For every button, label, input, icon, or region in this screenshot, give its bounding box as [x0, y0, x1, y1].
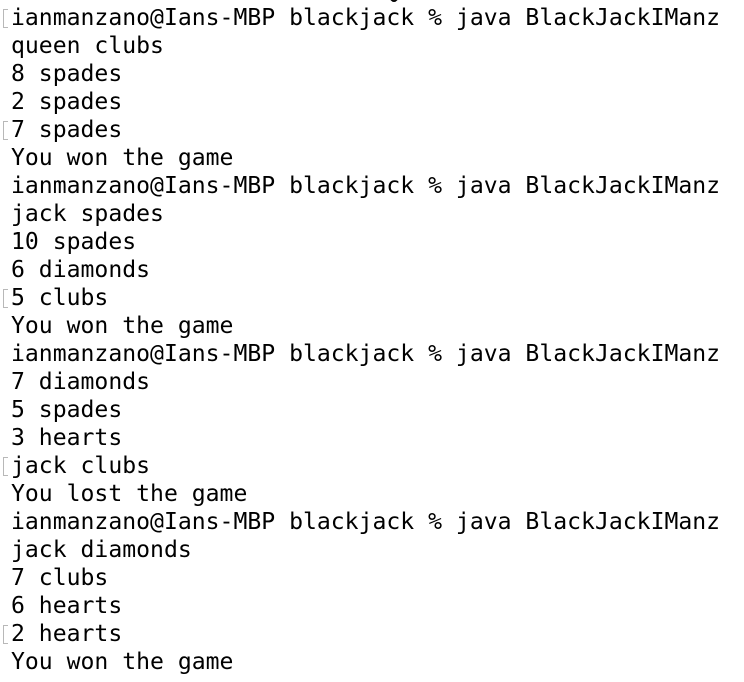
card-output-line: 6 diamonds [11, 257, 151, 283]
terminal-window[interactable]: ianmanzano@Ians-MBP blackjack % java Bla… [0, 0, 744, 682]
card-output-line: 5 spades [11, 397, 123, 423]
card-output-line: 6 hearts [11, 593, 123, 619]
card-output-line: 7 clubs [11, 565, 109, 591]
game-result-line: You lost the game [11, 481, 248, 507]
card-output-line: 7 diamonds [11, 369, 151, 395]
card-output-line: jack spades [11, 201, 164, 227]
line-mark-icon [3, 625, 8, 644]
line-mark-icon [3, 457, 8, 476]
card-output-line: 3 hearts [11, 425, 123, 451]
shell-prompt-line: ianmanzano@Ians-MBP blackjack % java Bla… [11, 5, 721, 31]
card-output-line: 2 hearts [11, 621, 123, 647]
line-mark-icon [3, 9, 8, 28]
shell-prompt-line: ianmanzano@Ians-MBP blackjack % java Bla… [11, 341, 721, 367]
game-result-line: You won the game [11, 649, 234, 675]
shell-prompt-line: ianmanzano@Ians-MBP blackjack % java Bla… [11, 173, 721, 199]
card-output-line: 8 spades [11, 61, 123, 87]
game-result-line: You won the game [11, 145, 234, 171]
card-output-line: 5 clubs [11, 285, 109, 311]
card-output-line: 10 spades [11, 229, 137, 255]
game-result-line: You won the game [11, 313, 234, 339]
card-output-line: queen clubs [11, 33, 164, 59]
card-output-line: 7 spades [11, 117, 123, 143]
card-output-line: 2 spades [11, 89, 123, 115]
shell-prompt-line: ianmanzano@Ians-MBP blackjack % java Bla… [11, 509, 721, 535]
line-mark-icon [3, 121, 8, 140]
card-output-line: jack diamonds [11, 537, 192, 563]
card-output-line: jack clubs [11, 453, 151, 479]
line-mark-icon [3, 289, 8, 308]
